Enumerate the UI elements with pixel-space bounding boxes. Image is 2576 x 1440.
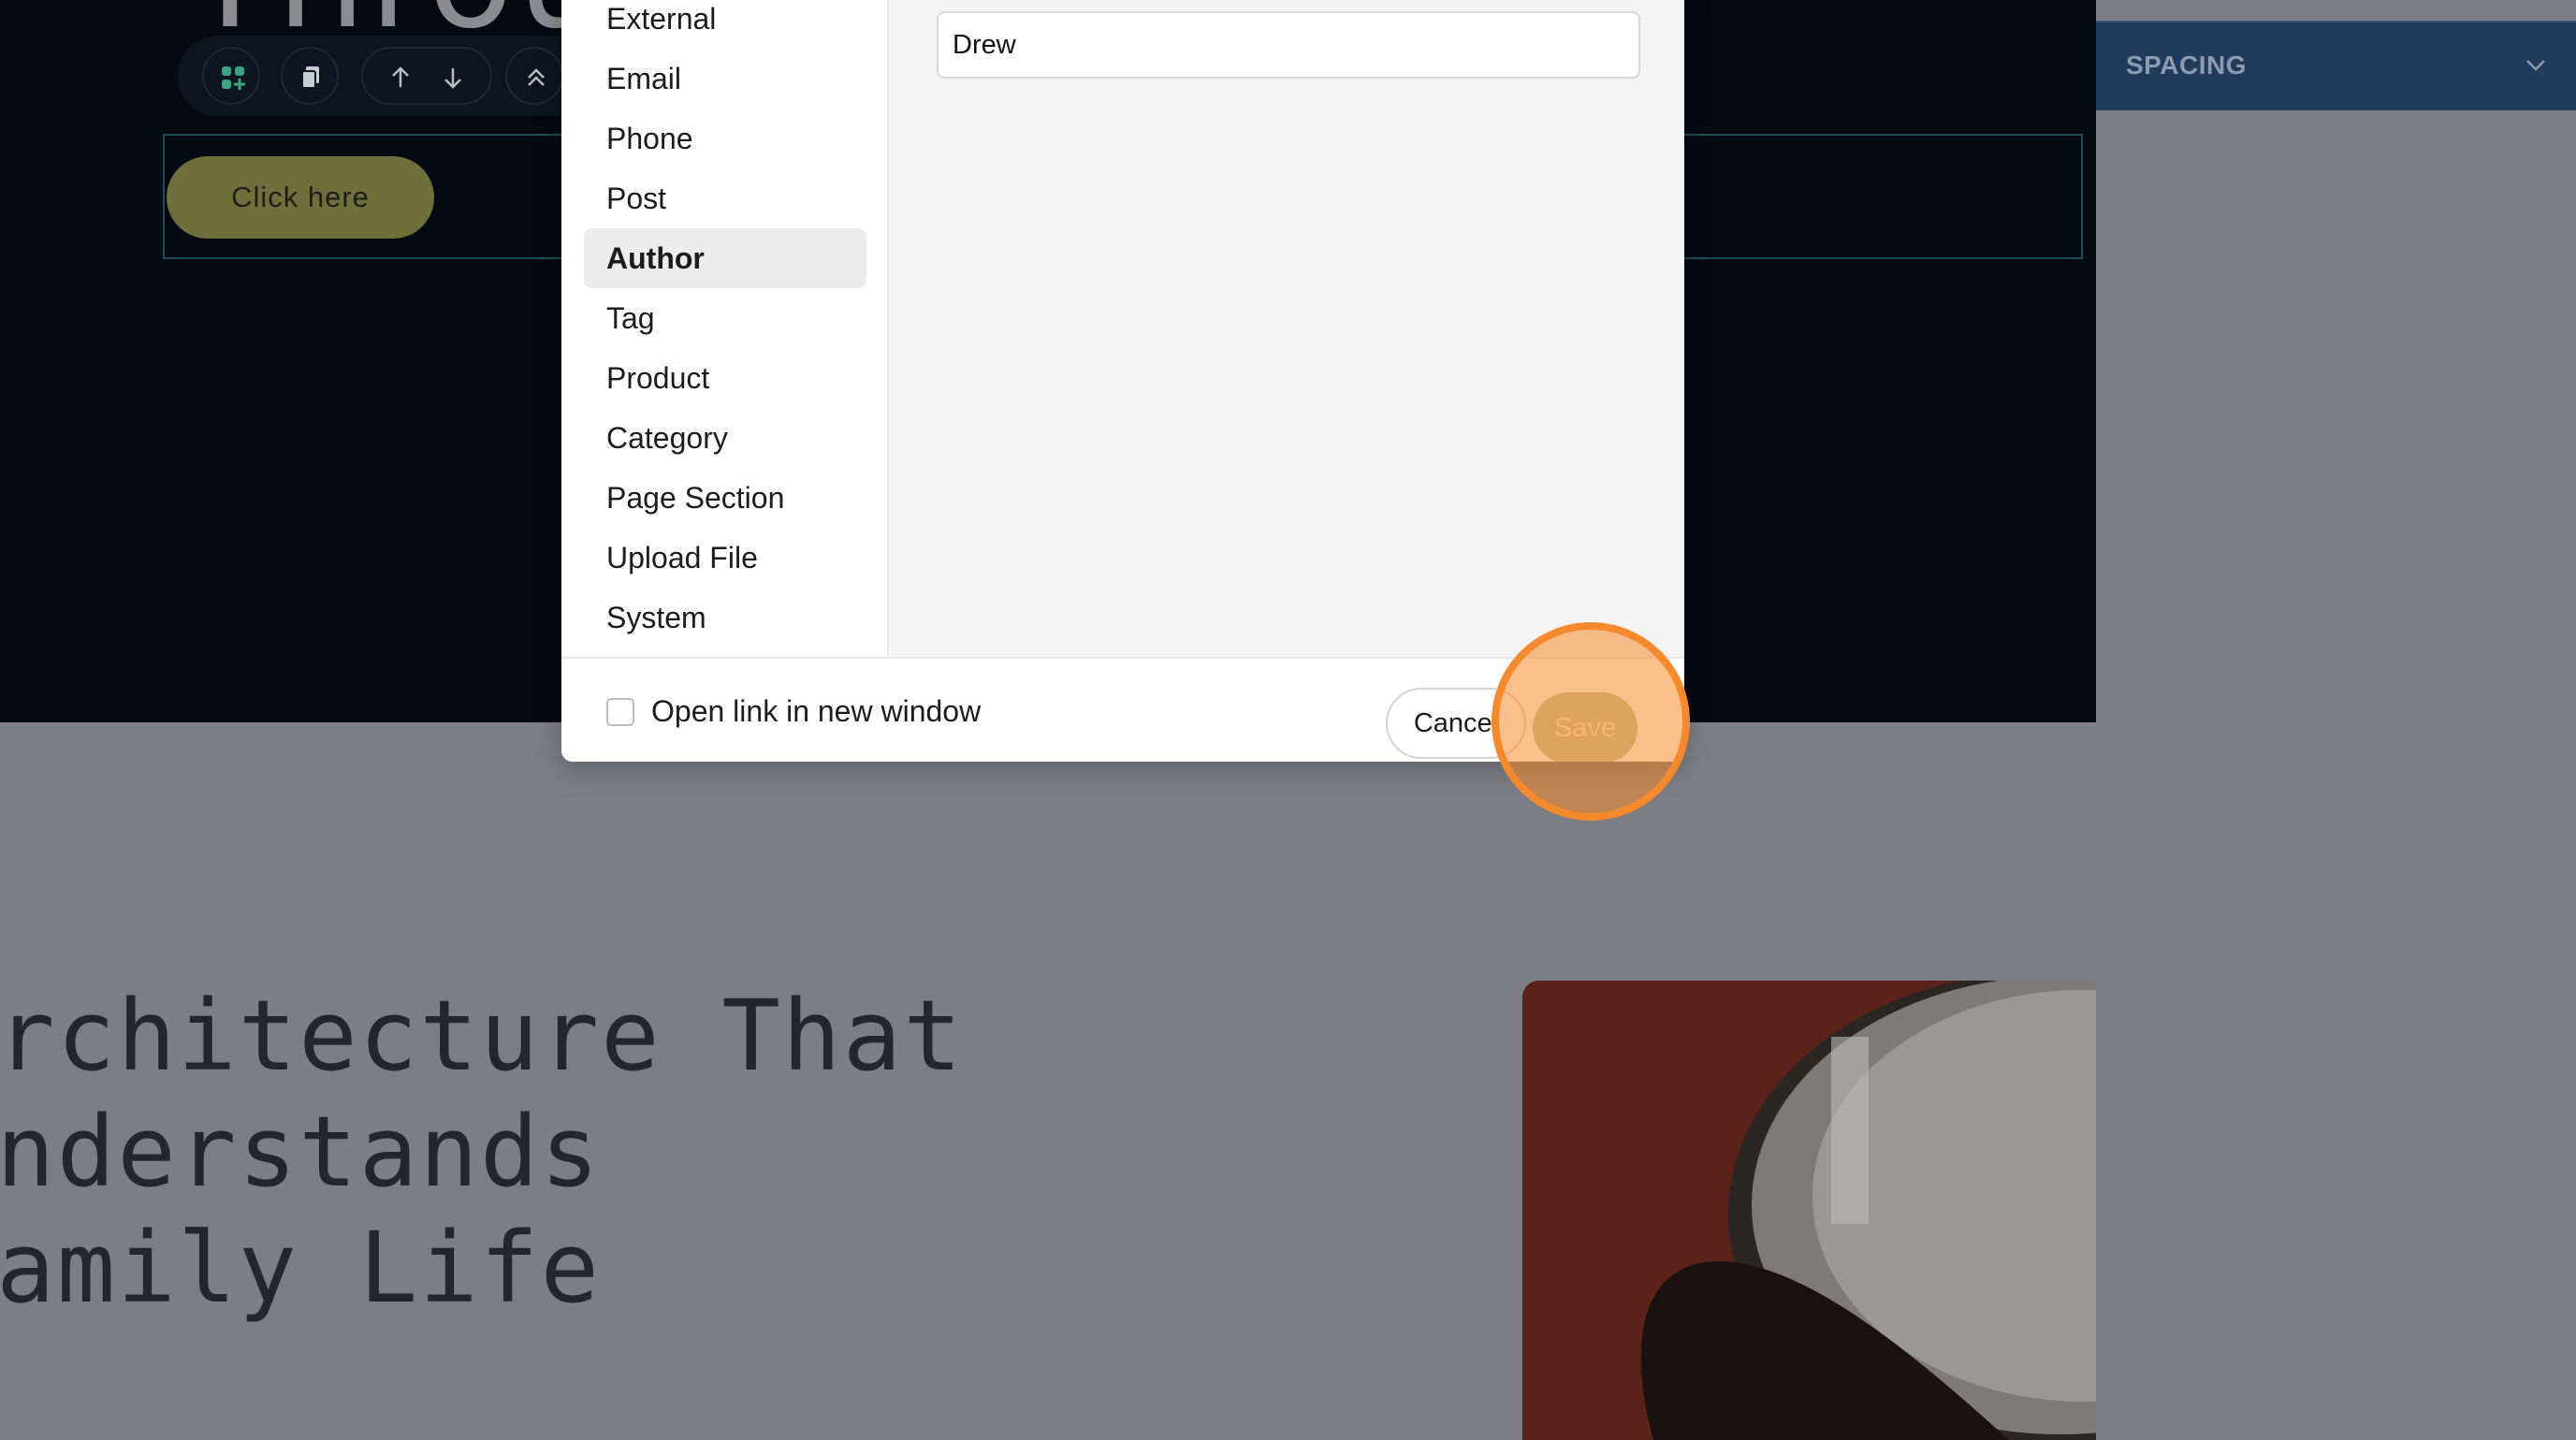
add-block-icon[interactable] — [202, 47, 260, 105]
collapse-icon[interactable] — [505, 47, 563, 105]
link-type-author[interactable]: Author — [584, 228, 866, 288]
author-input[interactable] — [937, 11, 1640, 79]
link-type-upload-file[interactable]: Upload File — [584, 528, 866, 588]
link-type-tag[interactable]: Tag — [584, 288, 866, 348]
save-button[interactable]: Save — [1533, 692, 1637, 762]
link-type-system[interactable]: System — [584, 588, 866, 647]
section-heading: rchitecture That nderstands amily Life — [0, 979, 964, 1325]
interior-photo — [1522, 981, 2096, 1440]
move-up-icon[interactable] — [387, 65, 414, 91]
link-type-list: External Email Phone Post Author Tag Pro… — [561, 0, 889, 657]
link-type-email[interactable]: Email — [584, 49, 866, 109]
chevron-down-icon — [2526, 60, 2545, 71]
dialog-footer: Open link in new window Cancel Save — [561, 657, 1684, 762]
block-toolbar — [178, 36, 618, 116]
link-dialog: External Email Phone Post Author Tag Pro… — [561, 0, 1684, 762]
cancel-button[interactable]: Cancel — [1386, 688, 1526, 759]
cta-button[interactable]: Click here — [167, 156, 434, 239]
spacing-label: SPACING — [2126, 51, 2247, 80]
link-type-post[interactable]: Post — [584, 168, 866, 228]
move-controls — [361, 47, 492, 105]
link-type-page-section[interactable]: Page Section — [584, 468, 866, 528]
new-window-label[interactable]: Open link in new window — [651, 694, 981, 729]
duplicate-icon[interactable] — [281, 47, 339, 105]
link-type-external[interactable]: External — [584, 0, 866, 49]
settings-side-panel: SPACING — [2096, 0, 2576, 1440]
new-window-checkbox[interactable] — [606, 698, 634, 726]
move-down-icon[interactable] — [440, 65, 466, 91]
link-type-phone[interactable]: Phone — [584, 109, 866, 168]
link-type-category[interactable]: Category — [584, 408, 866, 468]
link-type-product[interactable]: Product — [584, 348, 866, 408]
spacing-section-header[interactable]: SPACING — [2096, 21, 2576, 110]
link-content-area — [890, 0, 1684, 657]
